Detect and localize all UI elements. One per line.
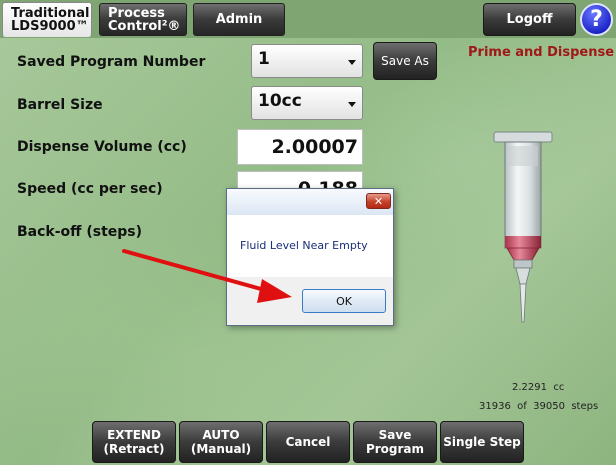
arrow-shaft: [122, 249, 274, 294]
red-arrow-annotation: [122, 249, 292, 303]
arrow-head: [257, 279, 292, 303]
